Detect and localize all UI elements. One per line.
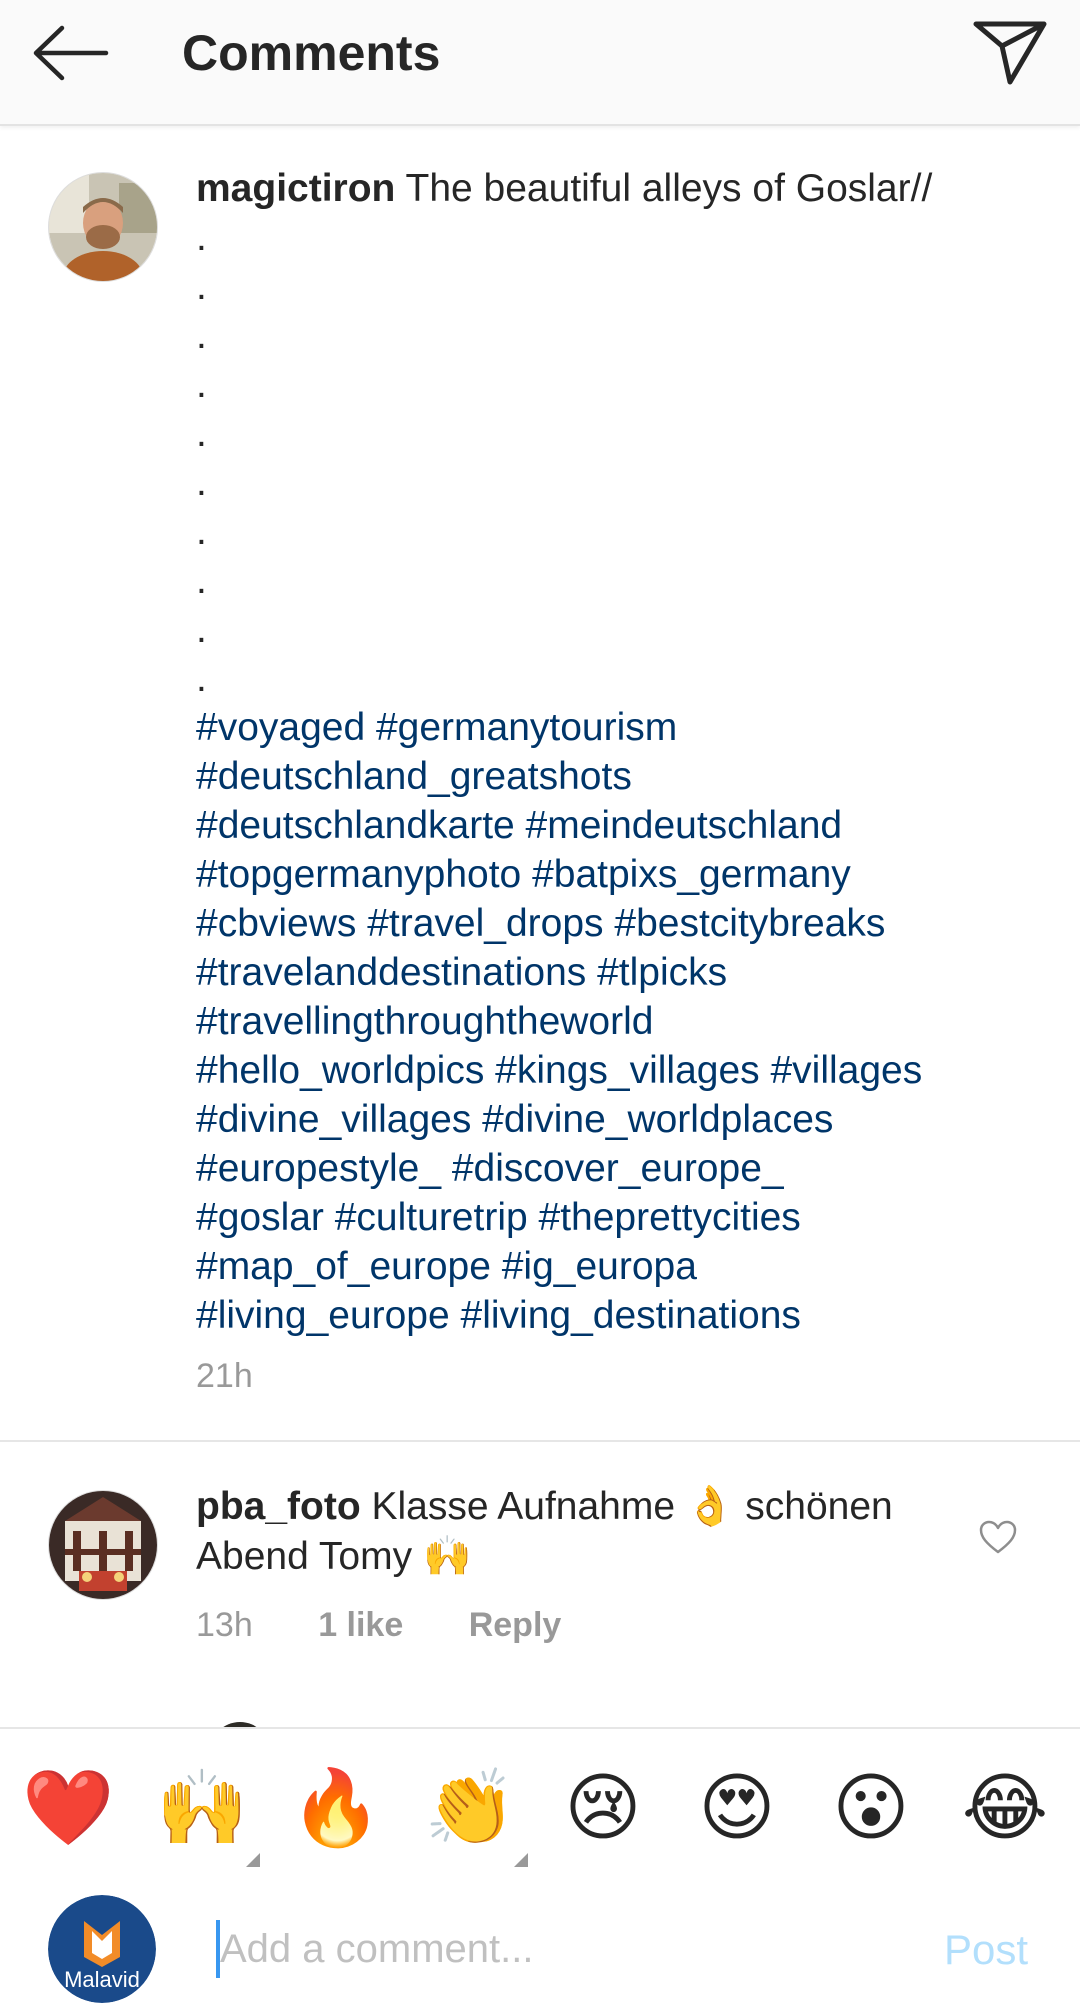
fire-emoji-button[interactable]: 🔥 [290,1763,382,1853]
avatar[interactable] [48,172,158,282]
reply-button[interactable]: Reply [469,1600,562,1650]
comment-text: Klasse Aufnahme [371,1485,676,1528]
ok-hand-emoji: 👌 [685,1484,735,1529]
heart-emoji-button[interactable]: ❤️ [22,1763,114,1853]
caption-dot: . [196,657,207,700]
caption-username[interactable]: magictiron [196,167,395,210]
caption-dot: . [196,363,207,406]
likes-count[interactable]: 1 like [318,1600,403,1650]
hashtag-line[interactable]: #europestyle_ #discover_europe_ [196,1144,1056,1193]
top-bar: Comments [0,0,1080,126]
raised-hands-emoji: 🙌 [422,1534,472,1579]
raised-hands-emoji-button[interactable]: 🙌 [156,1763,260,1867]
quick-emoji-bar: ❤️ 🙌 🔥 👏 😢 😍 😮 😂 [0,1727,1080,1875]
comment-timestamp: 13h [196,1606,253,1644]
skin-tone-indicator-icon [514,1853,528,1867]
post-button[interactable]: Post [944,1915,1028,1985]
comment-username[interactable]: pba_foto [196,1485,361,1528]
clapping-emoji: 👏 [424,1765,517,1851]
avatar: Malavid [48,1895,156,2003]
caption-dot: . [196,216,207,259]
comment-input[interactable] [218,1913,922,1985]
caption-timestamp: 21h [196,1357,253,1395]
comment-text: Abend Tomy [196,1535,413,1578]
caption-dot: . [196,510,207,553]
caption-dot: . [196,608,207,651]
hashtag-line[interactable]: #living_europe #living_destinations [196,1291,1056,1340]
raised-hands-emoji: 🙌 [156,1765,249,1851]
caption-dot: . [196,559,207,602]
caption-hashtags: #voyaged #germanytourism #deutschland_gr… [196,703,1056,1340]
caption-dot: . [196,314,207,357]
caption-text: The beautiful alleys of Goslar// [405,167,933,210]
heart-eyes-emoji-button[interactable]: 😍 [692,1763,782,1853]
hashtag-line[interactable]: #goslar #culturetrip #theprettycities [196,1193,1056,1242]
comment-body: pba_foto Klasse Aufnahme 👌 schönen Abend… [196,1482,956,1582]
comment-text: schönen [745,1485,893,1528]
comment-item: pba_foto Klasse Aufnahme 👌 schönen Abend… [0,1442,1080,1727]
skin-tone-indicator-icon [246,1853,260,1867]
avatar-label: Malavid [64,1967,140,1992]
caption-dots: . . . . . . . . . . [196,213,1056,703]
caption-dot: . [196,461,207,504]
hashtag-line[interactable]: #cbviews #travel_drops #bestcitybreaks [196,899,1056,948]
comment-meta: 13h 1 like Reply [196,1600,617,1650]
avatar[interactable] [48,1490,158,1600]
caption-dot: . [196,265,207,308]
hashtag-line[interactable]: #deutschland_greatshots [196,752,1056,801]
post-caption: magictiron The beautiful alleys of Gosla… [0,124,1080,1440]
hashtag-line[interactable]: #hello_worldpics #kings_villages #villag… [196,1046,1056,1095]
hashtag-line[interactable]: #divine_villages #divine_worldplaces [196,1095,1056,1144]
caption-dot: . [196,412,207,455]
caption-body: magictiron The beautiful alleys of Gosla… [196,164,1056,1340]
hashtag-line[interactable]: #map_of_europe #ig_europa [196,1242,1056,1291]
back-arrow-icon[interactable] [30,22,112,84]
crying-emoji-button[interactable]: 😢 [558,1763,648,1853]
hashtag-line[interactable]: #topgermanyphoto #batpixs_germany [196,850,1056,899]
hashtag-line[interactable]: #deutschlandkarte #meindeutschland [196,801,1056,850]
hashtag-line[interactable]: #voyaged #germanytourism [196,703,1056,752]
surprised-emoji-button[interactable]: 😮 [826,1763,916,1853]
hashtag-line[interactable]: #travellingthroughtheworld [196,997,1056,1046]
hashtag-line[interactable]: #travelanddestinations #tlpicks [196,948,1056,997]
like-heart-icon[interactable] [978,1518,1018,1558]
direct-send-icon[interactable] [970,16,1050,88]
page-title: Comments [182,25,441,81]
laughing-emoji-button[interactable]: 😂 [960,1763,1050,1853]
clapping-emoji-button[interactable]: 👏 [424,1763,528,1867]
comment-composer: Malavid Post [0,1873,1080,2016]
